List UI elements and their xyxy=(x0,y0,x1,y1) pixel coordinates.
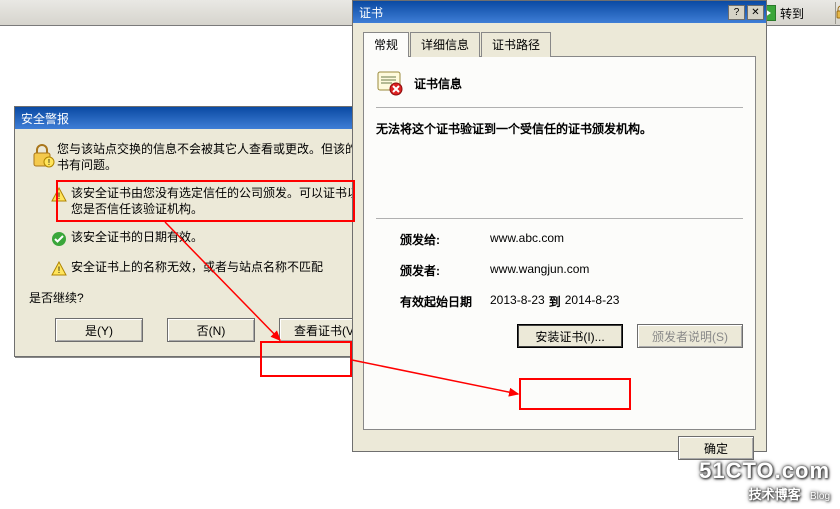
tab-general[interactable]: 常规 xyxy=(363,32,409,57)
certificate-dialog: 证书 ? ✕ 常规 详细信息 证书路径 xyxy=(352,0,767,452)
alert-date-valid-text: 该安全证书的日期有效。 xyxy=(71,229,399,245)
alert-untrusted-text: 该安全证书由您没有选定信任的公司颁发。可以证书以便确定您是否信任该验证机构。 xyxy=(71,185,399,217)
warning-triangle-icon-2: ! xyxy=(47,259,71,277)
view-certificate-button-label: 查看证书(V) xyxy=(294,322,358,339)
valid-from-label: 有效起始日期 xyxy=(400,293,490,310)
no-button-label: 否(N) xyxy=(197,322,226,339)
ok-button[interactable]: 确定 xyxy=(678,436,754,460)
tab-path-label: 证书路径 xyxy=(492,38,540,52)
svg-text:!: ! xyxy=(58,265,61,275)
certificate-panel: 证书信息 无法将这个证书验证到一个受信任的证书颁发机构。 颁发给: www.ab… xyxy=(363,56,756,430)
certificate-warning-text: 无法将这个证书验证到一个受信任的证书颁发机构。 xyxy=(376,120,743,138)
close-button[interactable]: ✕ xyxy=(747,5,764,20)
yes-button[interactable]: 是(Y) xyxy=(55,318,143,342)
valid-to-word: 到 xyxy=(549,293,561,310)
issuer-statement-button-label: 颁发者说明(S) xyxy=(652,328,728,345)
tab-path[interactable]: 证书路径 xyxy=(481,32,551,57)
help-icon: ? xyxy=(734,7,740,18)
help-button[interactable]: ? xyxy=(728,5,745,20)
watermark-blog: Blog xyxy=(810,491,830,502)
no-button[interactable]: 否(N) xyxy=(167,318,255,342)
issuer-value: www.wangjun.com xyxy=(490,262,589,279)
lock-icon xyxy=(836,5,840,19)
tab-details-label: 详细信息 xyxy=(421,38,469,52)
close-icon: ✕ xyxy=(751,7,759,18)
alert-intro-text: 您与该站点交换的信息不会被其它人查看或更改。但该的安全证书有问题。 xyxy=(57,141,399,173)
svg-text:!: ! xyxy=(48,158,50,167)
install-certificate-button-label: 安装证书(I)... xyxy=(535,328,604,345)
yes-button-label: 是(Y) xyxy=(85,322,113,339)
alert-continue-text: 是否继续? xyxy=(29,289,399,306)
certificate-info-title: 证书信息 xyxy=(414,75,462,92)
issued-to-value: www.abc.com xyxy=(490,231,564,248)
ok-button-label: 确定 xyxy=(704,440,728,457)
watermark: 51CTO.com 技术博客 Blog xyxy=(699,458,830,503)
issued-to-label: 颁发给: xyxy=(400,231,490,248)
go-button[interactable]: 转到 xyxy=(760,3,820,23)
certificate-icon xyxy=(376,69,404,97)
ok-check-icon xyxy=(47,229,71,247)
issuer-statement-button: 颁发者说明(S) xyxy=(637,324,743,348)
watermark-sub: 技术博客 xyxy=(749,487,801,502)
install-certificate-button[interactable]: 安装证书(I)... xyxy=(517,324,623,348)
valid-to-date: 2014-8-23 xyxy=(565,293,620,310)
certificate-tabs: 常规 详细信息 证书路径 xyxy=(363,31,756,56)
warning-triangle-icon: ! xyxy=(47,185,71,203)
svg-text:!: ! xyxy=(58,191,61,201)
divider-2 xyxy=(376,218,743,219)
go-label: 转到 xyxy=(780,5,804,22)
valid-from-date: 2013-8-23 xyxy=(490,293,545,310)
certificate-title: 证书 xyxy=(359,4,383,21)
issuer-label: 颁发者: xyxy=(400,262,490,279)
lock-warning-icon: ! xyxy=(29,141,57,169)
security-alert-title: 安全警报 xyxy=(21,110,69,127)
divider xyxy=(376,107,743,108)
tab-details[interactable]: 详细信息 xyxy=(410,32,480,57)
certificate-titlebar[interactable]: 证书 ? ✕ xyxy=(353,1,766,23)
tab-general-label: 常规 xyxy=(374,38,398,52)
alert-name-mismatch-text: 安全证书上的名称无效，或者与站点名称不匹配 xyxy=(71,259,399,275)
watermark-main: 51CTO.com xyxy=(699,458,830,484)
